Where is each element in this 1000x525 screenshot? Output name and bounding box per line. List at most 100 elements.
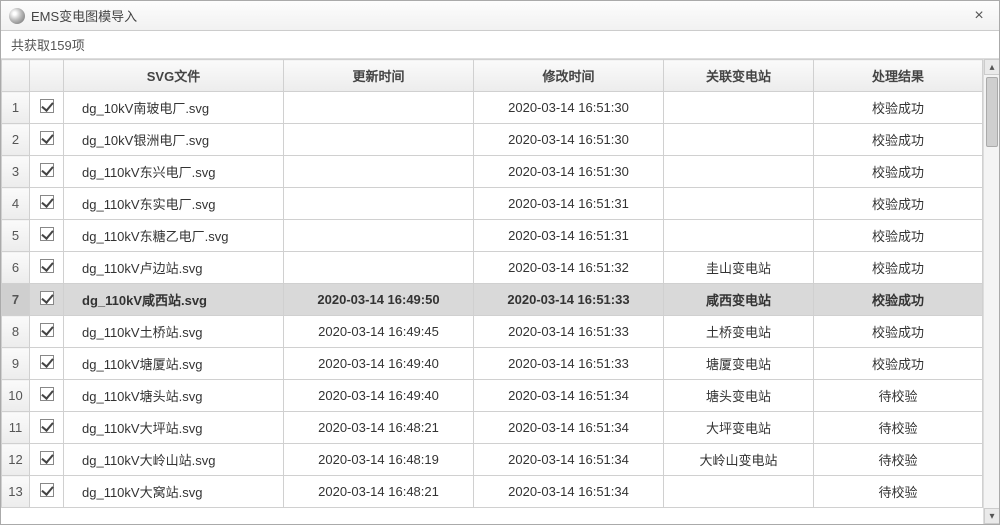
col-update-time[interactable]: 更新时间	[284, 60, 474, 92]
cell-svg-file: dg_110kV土桥站.svg	[64, 316, 284, 348]
row-checkbox-cell[interactable]	[30, 156, 64, 188]
table-row[interactable]: 6dg_110kV卢边站.svg2020-03-14 16:51:32圭山变电站…	[2, 252, 983, 284]
checkbox-icon[interactable]	[40, 323, 54, 337]
scroll-thumb[interactable]	[986, 77, 998, 147]
cell-modify-time: 2020-03-14 16:51:31	[474, 220, 664, 252]
row-checkbox-cell[interactable]	[30, 476, 64, 508]
table-row[interactable]: 2dg_10kV银洲电厂.svg2020-03-14 16:51:30校验成功	[2, 124, 983, 156]
table-row[interactable]: 12 dg_110kV大岭山站.svg2020-03-14 16:48:19202…	[2, 444, 983, 476]
row-number: 13	[2, 476, 30, 508]
row-checkbox-cell[interactable]	[30, 348, 64, 380]
cell-related-station: 大岭山变电站	[664, 444, 814, 476]
cell-svg-file: dg_110kV塘头站.svg	[64, 380, 284, 412]
checkbox-icon[interactable]	[40, 195, 54, 209]
col-rownum[interactable]	[2, 60, 30, 92]
col-related-station[interactable]: 关联变电站	[664, 60, 814, 92]
cell-svg-file: dg_10kV南玻电厂.svg	[64, 92, 284, 124]
cell-modify-time: 2020-03-14 16:51:34	[474, 412, 664, 444]
cell-modify-time: 2020-03-14 16:51:32	[474, 252, 664, 284]
row-checkbox-cell[interactable]	[30, 412, 64, 444]
table-row[interactable]: 4dg_110kV东实电厂.svg2020-03-14 16:51:31校验成功	[2, 188, 983, 220]
scroll-down-button[interactable]: ▾	[984, 508, 999, 524]
checkbox-icon[interactable]	[40, 419, 54, 433]
table-row[interactable]: 10dg_110kV塘头站.svg2020-03-14 16:49:402020…	[2, 380, 983, 412]
vertical-scrollbar[interactable]: ▴ ▾	[983, 59, 999, 524]
checkbox-icon[interactable]	[40, 355, 54, 369]
row-checkbox-cell[interactable]	[30, 444, 64, 476]
row-number: 11	[2, 412, 30, 444]
cell-related-station	[664, 476, 814, 508]
table-row[interactable]: 9dg_110kV塘厦站.svg2020-03-14 16:49:402020-…	[2, 348, 983, 380]
cell-svg-file: dg_110kV大岭山站.svg	[64, 444, 284, 476]
scroll-up-button[interactable]: ▴	[984, 59, 999, 75]
row-checkbox-cell[interactable]	[30, 92, 64, 124]
col-result[interactable]: 处理结果	[814, 60, 983, 92]
table-row[interactable]: 8dg_110kV土桥站.svg2020-03-14 16:49:452020-…	[2, 316, 983, 348]
cell-result: 校验成功	[814, 252, 983, 284]
row-checkbox-cell[interactable]	[30, 380, 64, 412]
checkbox-icon[interactable]	[40, 451, 54, 465]
cell-modify-time: 2020-03-14 16:51:31	[474, 188, 664, 220]
checkbox-icon[interactable]	[40, 483, 54, 497]
cell-modify-time: 2020-03-14 16:51:34	[474, 444, 664, 476]
app-icon	[9, 8, 25, 24]
import-table: SVG文件 更新时间 修改时间 关联变电站 处理结果 1 dg_10kV南玻电厂.…	[1, 59, 983, 508]
cell-related-station: 大坪变电站	[664, 412, 814, 444]
row-checkbox-cell[interactable]	[30, 284, 64, 316]
cell-modify-time: 2020-03-14 16:51:34	[474, 476, 664, 508]
row-checkbox-cell[interactable]	[30, 252, 64, 284]
cell-update-time: 2020-03-14 16:49:40	[284, 380, 474, 412]
col-modify-time[interactable]: 修改时间	[474, 60, 664, 92]
row-number: 6	[2, 252, 30, 284]
row-number: 3	[2, 156, 30, 188]
checkbox-icon[interactable]	[40, 387, 54, 401]
cell-update-time: 2020-03-14 16:49:45	[284, 316, 474, 348]
col-check[interactable]	[30, 60, 64, 92]
cell-svg-file: dg_110kV东糖乙电厂.svg	[64, 220, 284, 252]
table-area: SVG文件 更新时间 修改时间 关联变电站 处理结果 1 dg_10kV南玻电厂.…	[1, 59, 999, 524]
table-row[interactable]: 7dg_110kV咸西站.svg2020-03-14 16:49:502020-…	[2, 284, 983, 316]
cell-modify-time: 2020-03-14 16:51:30	[474, 124, 664, 156]
cell-update-time: 2020-03-14 16:48:21	[284, 412, 474, 444]
checkbox-icon[interactable]	[40, 259, 54, 273]
cell-svg-file: dg_110kV大坪站.svg	[64, 412, 284, 444]
checkbox-icon[interactable]	[40, 163, 54, 177]
cell-result: 校验成功	[814, 124, 983, 156]
col-svg-file[interactable]: SVG文件	[64, 60, 284, 92]
table-row[interactable]: 5dg_110kV东糖乙电厂.svg2020-03-14 16:51:31校验成…	[2, 220, 983, 252]
cell-result: 校验成功	[814, 316, 983, 348]
cell-related-station	[664, 92, 814, 124]
row-checkbox-cell[interactable]	[30, 188, 64, 220]
cell-result: 待校验	[814, 380, 983, 412]
cell-svg-file: dg_10kV银洲电厂.svg	[64, 124, 284, 156]
cell-result: 校验成功	[814, 284, 983, 316]
cell-svg-file: dg_110kV东实电厂.svg	[64, 188, 284, 220]
cell-svg-file: dg_110kV塘厦站.svg	[64, 348, 284, 380]
table-row[interactable]: 13dg_110kV大窝站.svg2020-03-14 16:48:212020…	[2, 476, 983, 508]
checkbox-icon[interactable]	[40, 131, 54, 145]
cell-update-time: 2020-03-14 16:48:19	[284, 444, 474, 476]
checkbox-icon[interactable]	[40, 99, 54, 113]
cell-update-time: 2020-03-14 16:49:50	[284, 284, 474, 316]
cell-related-station	[664, 188, 814, 220]
row-checkbox-cell[interactable]	[30, 124, 64, 156]
row-number: 1	[2, 92, 30, 124]
row-number: 4	[2, 188, 30, 220]
cell-result: 校验成功	[814, 156, 983, 188]
row-number: 8	[2, 316, 30, 348]
checkbox-icon[interactable]	[40, 291, 54, 305]
row-checkbox-cell[interactable]	[30, 316, 64, 348]
row-checkbox-cell[interactable]	[30, 220, 64, 252]
cell-svg-file: dg_110kV东兴电厂.svg	[64, 156, 284, 188]
cell-update-time: 2020-03-14 16:48:21	[284, 476, 474, 508]
table-row[interactable]: 11 dg_110kV大坪站.svg2020-03-14 16:48:212020…	[2, 412, 983, 444]
checkbox-icon[interactable]	[40, 227, 54, 241]
cell-related-station: 咸西变电站	[664, 284, 814, 316]
cell-result: 待校验	[814, 476, 983, 508]
cell-svg-file: dg_110kV卢边站.svg	[64, 252, 284, 284]
table-row[interactable]: 3dg_110kV东兴电厂.svg2020-03-14 16:51:30校验成功	[2, 156, 983, 188]
table-row[interactable]: 1dg_10kV南玻电厂.svg2020-03-14 16:51:30校验成功	[2, 92, 983, 124]
row-number: 12	[2, 444, 30, 476]
row-number: 10	[2, 380, 30, 412]
close-button[interactable]: ×	[967, 7, 991, 25]
